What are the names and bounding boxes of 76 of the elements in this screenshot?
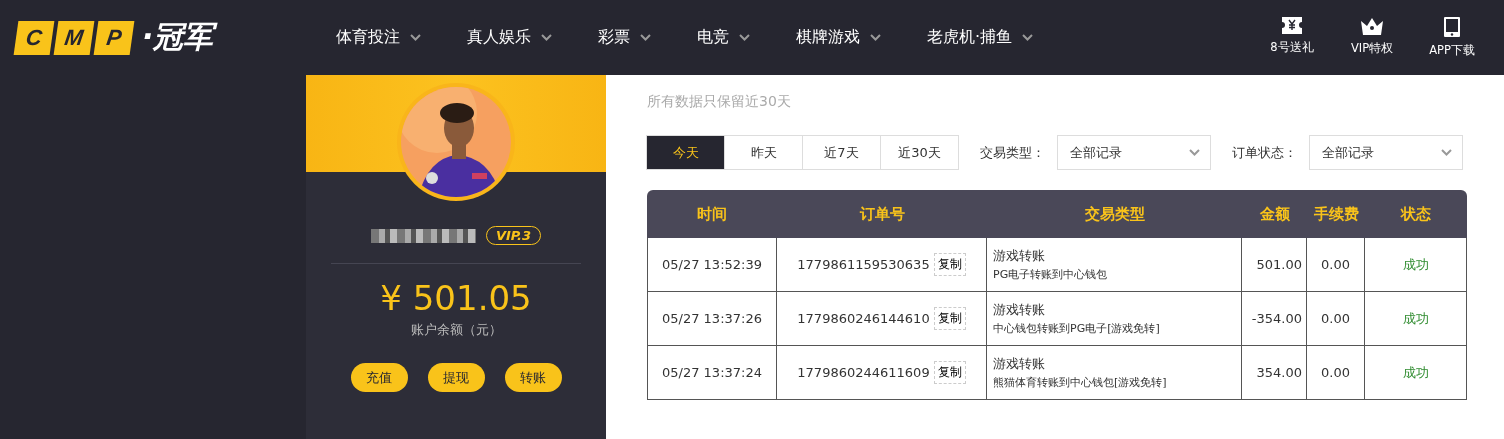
filter-select[interactable]: 全部记录 (1057, 135, 1211, 170)
nav-item[interactable]: 棋牌游戏 (796, 27, 881, 48)
retention-note: 所有数据只保留近30天 (647, 93, 792, 111)
table-cell: 0.00 (1307, 292, 1365, 346)
transaction-detail: PG电子转账到中心钱包 (993, 266, 1109, 282)
transaction-detail: 熊猫体育转账到中心钱包[游戏免转] (993, 374, 1168, 390)
nav-item[interactable]: 彩票 (598, 27, 651, 48)
status-cell: 成功 (1365, 346, 1467, 400)
balance-label: 账户余额（元） (410, 322, 502, 339)
copy-button[interactable]: 复制 (933, 361, 966, 384)
chevron-down-icon (640, 34, 651, 41)
nav-label: 电竞 (697, 27, 729, 48)
date-range-tab[interactable]: 近30天 (880, 135, 959, 170)
chevron-down-icon (541, 34, 552, 41)
date-range-tab[interactable]: 今天 (646, 135, 725, 170)
transaction-type: 游戏转账 (993, 247, 1046, 265)
quick-link-label: VIP特权 (1350, 41, 1394, 56)
crown-icon (1360, 17, 1384, 35)
quick-link-label: APP下载 (1429, 43, 1475, 58)
column-header: 订单号 (777, 190, 987, 238)
column-header: 状态 (1365, 190, 1467, 238)
action-button[interactable]: 提现 (427, 363, 485, 392)
copy-button[interactable]: 复制 (933, 253, 966, 276)
table-cell: 354.00 (1242, 346, 1307, 400)
quick-link[interactable]: 8号送礼 (1252, 17, 1332, 58)
tablet-icon (1444, 17, 1460, 37)
chevron-down-icon (1022, 34, 1034, 41)
order-number: 1779860246144610 (797, 311, 930, 326)
quick-link[interactable]: VIP特权 (1332, 17, 1412, 58)
transaction-detail: 中心钱包转账到PG电子[游戏免转] (993, 320, 1161, 336)
nav-item[interactable]: 老虎机·捕鱼 (927, 27, 1034, 48)
table-cell: -354.00 (1242, 292, 1307, 346)
copy-button[interactable]: 复制 (933, 307, 966, 330)
table-cell: 0.00 (1307, 346, 1365, 400)
nav-label: 真人娱乐 (467, 27, 531, 48)
nav-item[interactable]: 体育投注 (336, 27, 421, 48)
chevron-down-icon (1441, 149, 1452, 156)
quick-link[interactable]: APP下载 (1412, 17, 1492, 58)
order-number: 1779860244611609 (797, 365, 930, 380)
filter-select[interactable]: 全部记录 (1309, 135, 1463, 170)
table-cell: 05/27 13:37:26 (647, 292, 777, 346)
column-header: 手续费 (1307, 190, 1365, 238)
balance-amount: ¥ 501.05 (380, 278, 532, 318)
logo-letter: P (93, 20, 135, 55)
logo-letter: C (13, 20, 55, 55)
nav-item[interactable]: 真人娱乐 (467, 27, 552, 48)
status-cell: 成功 (1365, 292, 1467, 346)
logo-letter: M (53, 20, 95, 55)
column-header: 金额 (1242, 190, 1307, 238)
ticket-icon (1282, 17, 1302, 34)
nav-label: 老虎机·捕鱼 (927, 27, 1013, 48)
date-range-tab[interactable]: 昨天 (724, 135, 803, 170)
table-cell: 501.00 (1242, 238, 1307, 292)
date-range-tab[interactable]: 近7天 (802, 135, 881, 170)
table-cell: 0.00 (1307, 238, 1365, 292)
quick-link-label: 8号送礼 (1270, 40, 1314, 55)
chevron-down-icon (870, 34, 881, 41)
status-cell: 成功 (1365, 238, 1467, 292)
nav-item[interactable]: 电竞 (697, 27, 750, 48)
chevron-down-icon (739, 34, 750, 41)
filter-label: 订单状态： (1232, 143, 1297, 162)
transaction-type: 游戏转账 (993, 355, 1046, 373)
order-number: 1779861159530635 (797, 257, 930, 272)
table-cell: 05/27 13:52:39 (647, 238, 777, 292)
column-header: 时间 (647, 190, 777, 238)
nav-label: 棋牌游戏 (796, 27, 860, 48)
transaction-type: 游戏转账 (993, 301, 1046, 319)
chevron-down-icon (410, 34, 421, 41)
nav-label: 体育投注 (336, 27, 400, 48)
chevron-down-icon (1189, 149, 1200, 156)
table-cell: 05/27 13:37:24 (647, 346, 777, 400)
nav-label: 彩票 (598, 27, 630, 48)
column-header: 交易类型 (987, 190, 1242, 238)
filter-label: 交易类型： (980, 143, 1045, 162)
action-button[interactable]: 转账 (504, 363, 562, 392)
action-button[interactable]: 充值 (350, 363, 408, 392)
